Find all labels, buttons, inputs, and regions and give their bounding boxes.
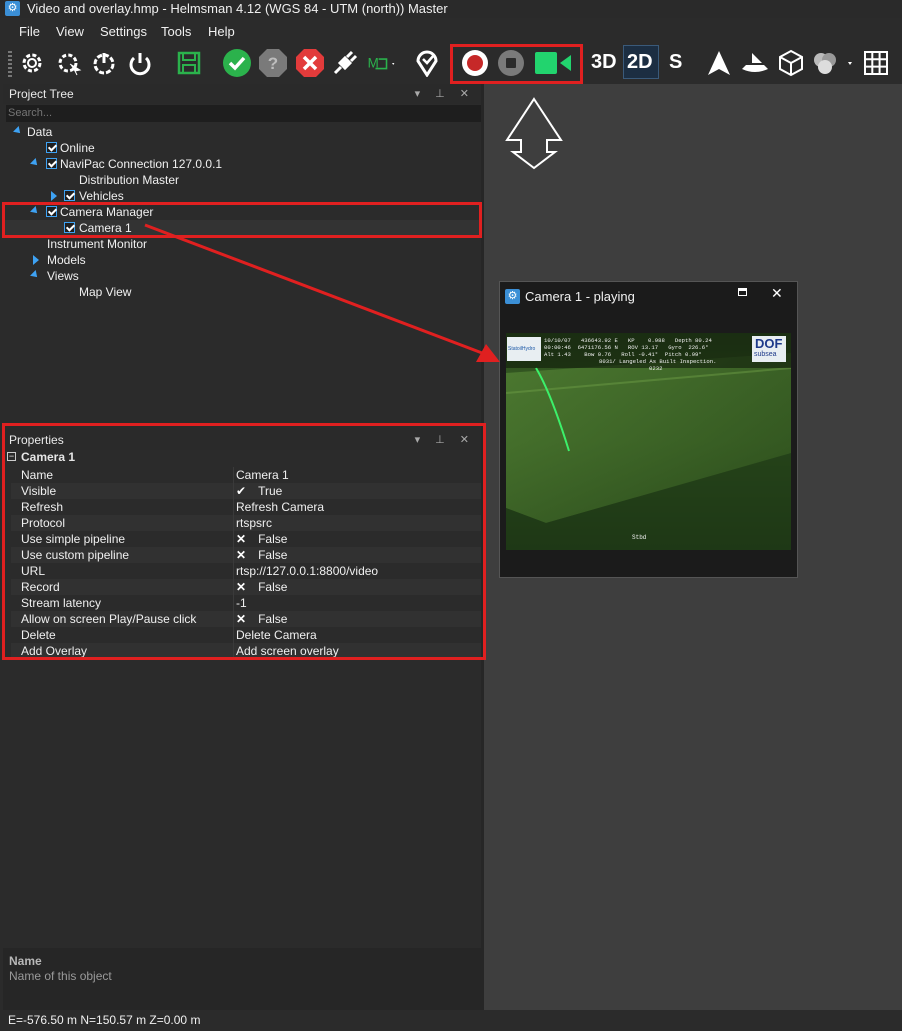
window-title: Video and overlay.hmp - Helmsman 4.12 (W… [27,1,448,16]
properties-empty-area [3,660,481,948]
menu-bar: File View Settings Tools Help [0,21,902,42]
menu-view[interactable]: View [56,24,84,39]
expand-arrow-icon[interactable] [13,126,23,136]
camera-video-feed[interactable]: StatoilHydro DOF subsea 10/10/07 436643.… [506,333,791,550]
tree-search-input[interactable] [6,105,482,122]
overlay-stbd-label: Stbd [632,534,647,541]
checkbox-checked[interactable] [46,158,57,169]
power-off-icon[interactable] [125,47,155,79]
overlay-logo-right-sub: subsea [754,351,777,358]
title-bar: ⚙ Video and overlay.hmp - Helmsman 4.12 … [0,0,902,18]
highlight-properties [2,423,486,660]
location-pin-icon[interactable] [412,47,442,79]
camera-window[interactable]: ⚙ Camera 1 - playing ✕ StatoilHydro DOF … [499,281,798,578]
collapsed-arrow-icon[interactable] [51,191,57,201]
vessel-icon[interactable] [740,47,770,79]
tree-item-online[interactable]: Online [3,140,481,156]
status-bar: E=-576.50 m N=150.57 m Z=0.00 m [0,1010,902,1031]
toolbar-grip[interactable] [8,51,12,77]
camera-window-title: Camera 1 - playing [525,289,635,304]
expand-arrow-icon[interactable] [30,270,40,280]
menu-tools[interactable]: Tools [161,24,191,39]
menu-file[interactable]: File [19,24,40,39]
view-3d-button[interactable]: 3D [591,51,617,74]
maximize-icon[interactable] [738,288,747,296]
description-panel: Name Name of this object [3,948,481,1010]
tree-item-distribution-master[interactable]: Distribution Master [3,172,481,188]
overlay-telemetry: 10/10/07 436643.92 E KP 0.988 Depth 80.2… [544,337,717,372]
app-gear-icon: ⚙ [5,1,20,16]
power-gear-icon[interactable] [89,47,119,79]
cancel-x-icon[interactable] [295,47,325,79]
tree-item-data[interactable]: Data [3,124,481,140]
highlight-record-controls [450,44,583,84]
macro-menu-icon[interactable]: M [366,47,396,79]
menu-settings[interactable]: Settings [100,24,147,39]
map-north-arrow-icon [503,96,565,173]
expand-arrow-icon[interactable] [30,158,40,168]
layers-menu-icon[interactable] [810,47,854,79]
status-coordinates: E=-576.50 m N=150.57 m Z=0.00 m [8,1013,201,1027]
project-tree-header: Project Tree ▾ ⊥ ✕ [3,84,481,104]
svg-text:?: ? [268,54,278,73]
collapsed-arrow-icon[interactable] [33,255,39,265]
save-disk-icon[interactable] [174,47,204,79]
panel-pin-close-icons[interactable]: ▾ ⊥ ✕ [415,84,475,104]
tree-item-navipac[interactable]: NaviPac Connection 127.0.0.1 [3,156,481,172]
description-title: Name [9,954,42,968]
annotation-arrow [144,223,500,362]
checkbox-checked[interactable] [46,142,57,153]
view-s-button[interactable]: S [669,51,682,74]
menu-help[interactable]: Help [208,24,235,39]
gear-arrow-icon[interactable] [54,47,84,79]
ok-check-icon[interactable] [222,47,252,79]
description-text: Name of this object [9,969,112,983]
plug-connect-icon[interactable] [330,47,360,79]
project-tree-title: Project Tree [9,87,74,101]
overlay-logo-right: DOF [755,336,783,351]
help-question-icon[interactable]: ? [258,47,288,79]
close-icon[interactable]: ✕ [771,285,783,302]
north-arrow-icon[interactable] [704,47,734,79]
settings-gear-icon[interactable] [17,47,47,79]
cube-3d-icon[interactable] [776,47,806,79]
grid-icon[interactable] [861,47,891,79]
checkbox-checked[interactable] [64,190,75,201]
view-2d-button[interactable]: 2D [627,51,653,74]
